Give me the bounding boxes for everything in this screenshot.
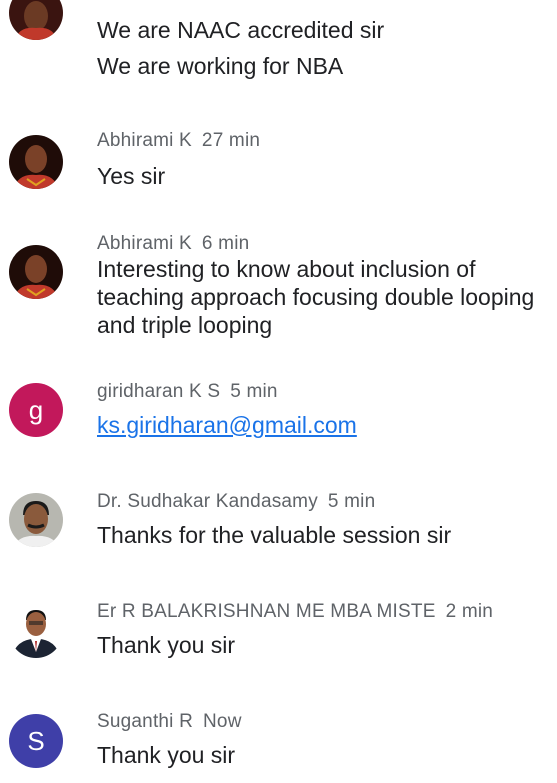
author-name: Dr. Sudhakar Kandasamy [97, 491, 318, 512]
author-name: Suganthi R [97, 711, 194, 732]
avatar [9, 0, 63, 40]
message-line: We are NAAC accredited sir [97, 17, 385, 43]
author-name: Abhirami K [97, 130, 192, 151]
message-time: 2 min [445, 601, 494, 622]
message-line: and triple looping [97, 312, 273, 338]
message-time: 27 min [201, 130, 261, 151]
message-line: Interesting to know about inclusion of [97, 256, 476, 282]
message-line: Thank you sir [97, 742, 236, 768]
message-line: Thank you sir [97, 632, 236, 658]
avatar-letter: S [27, 725, 45, 756]
message-time: Now [203, 711, 242, 732]
message-line: We are working for NBA [97, 53, 344, 79]
message-line: teaching approach focusing double loopin… [97, 284, 535, 310]
author-name: Er R BALAKRISHNAN ME MBA MISTE [97, 601, 436, 622]
message-time: 6 min [201, 233, 250, 254]
message-meta: giridharan K S 5 min [97, 381, 278, 403]
message-meta: Abhirami K 27 min [97, 130, 260, 152]
message-line: Yes sir [97, 163, 166, 189]
avatar [9, 135, 63, 189]
avatar [9, 493, 63, 547]
avatar [9, 245, 63, 299]
author-name: giridharan K S [97, 381, 221, 402]
message-time: 5 min [230, 381, 278, 402]
email-link[interactable]: ks.giridharan@gmail.com [97, 411, 357, 439]
message-meta: Abhirami K 6 min [97, 233, 249, 255]
message-meta: Dr. Sudhakar Kandasamy 5 min [97, 491, 375, 513]
avatar-letter: g [28, 394, 44, 425]
avatar: S [9, 714, 63, 768]
message-line: Thanks for the valuable session sir [97, 522, 452, 548]
message-meta: Suganthi R Now [97, 711, 242, 733]
author-name: Abhirami K [97, 233, 192, 254]
message-time: 5 min [327, 491, 376, 512]
avatar [9, 604, 63, 658]
avatar: g [9, 383, 63, 437]
message-meta: Er R BALAKRISHNAN ME MBA MISTE 2 min [97, 601, 493, 623]
